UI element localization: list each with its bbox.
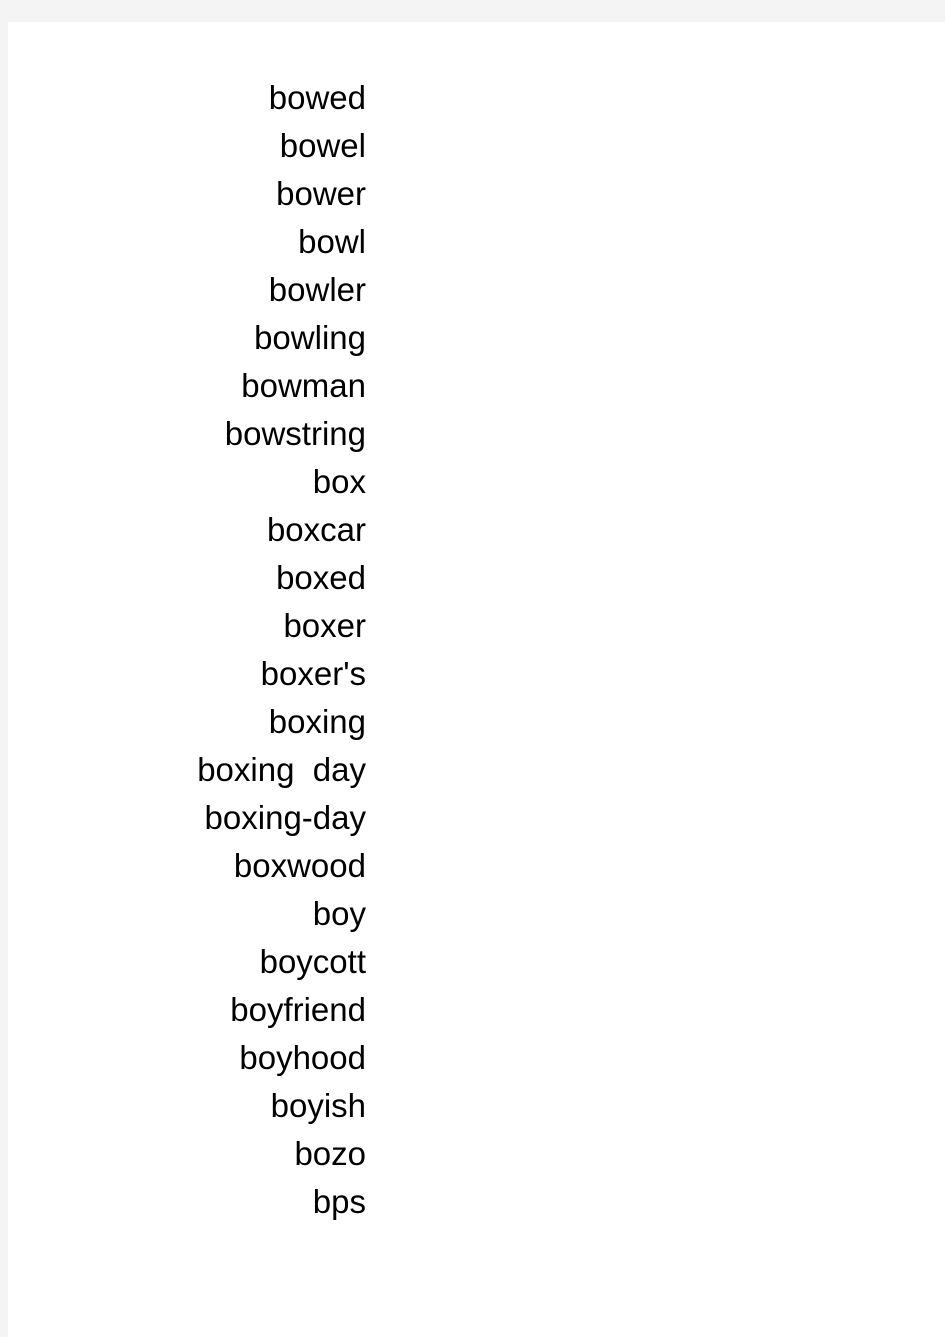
- document-sheet: bowed bowel bower bowl bowler bowling bo…: [8, 22, 945, 1337]
- list-item[interactable]: boxing-day: [8, 794, 366, 842]
- list-item[interactable]: boxer's: [8, 650, 366, 698]
- list-item[interactable]: boyfriend: [8, 986, 366, 1034]
- list-item[interactable]: boyhood: [8, 1034, 366, 1082]
- word-list: bowed bowel bower bowl bowler bowling bo…: [8, 22, 366, 1226]
- list-item[interactable]: bowl: [8, 218, 366, 266]
- list-item[interactable]: boxed: [8, 554, 366, 602]
- list-item[interactable]: boxing: [8, 698, 366, 746]
- list-item[interactable]: boxing day: [8, 746, 366, 794]
- list-item[interactable]: bowler: [8, 266, 366, 314]
- list-item[interactable]: bowstring: [8, 410, 366, 458]
- list-item[interactable]: bowman: [8, 362, 366, 410]
- list-item[interactable]: boxcar: [8, 506, 366, 554]
- list-item[interactable]: box: [8, 458, 366, 506]
- list-item[interactable]: boxwood: [8, 842, 366, 890]
- list-item[interactable]: bower: [8, 170, 366, 218]
- list-item[interactable]: bozo: [8, 1130, 366, 1178]
- list-item[interactable]: boy: [8, 890, 366, 938]
- list-item[interactable]: boxer: [8, 602, 366, 650]
- list-item[interactable]: boycott: [8, 938, 366, 986]
- list-item[interactable]: bowed: [8, 74, 366, 122]
- list-item[interactable]: bowling: [8, 314, 366, 362]
- list-item[interactable]: bowel: [8, 122, 366, 170]
- list-item[interactable]: boyish: [8, 1082, 366, 1130]
- list-item[interactable]: bps: [8, 1178, 366, 1226]
